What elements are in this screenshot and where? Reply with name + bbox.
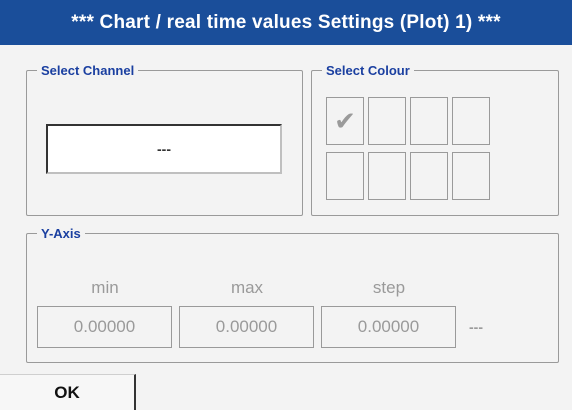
channel-select-field[interactable]: --- <box>46 124 282 174</box>
colour-swatch-4[interactable] <box>452 97 490 145</box>
select-channel-group: Select Channel --- <box>26 63 303 216</box>
y-step-label: step <box>372 278 406 297</box>
colour-swatch-2[interactable] <box>368 97 406 145</box>
y-axis-trailing-value: --- <box>469 319 483 335</box>
y-max-input[interactable]: 0.00000 <box>179 306 314 348</box>
ok-button[interactable]: OK <box>0 374 136 410</box>
y-max-label: max <box>230 278 264 297</box>
window-title: *** Chart / real time values Settings (P… <box>0 0 572 45</box>
select-colour-legend: Select Colour <box>326 63 410 78</box>
colour-swatch-5[interactable] <box>326 152 364 200</box>
y-min-input[interactable]: 0.00000 <box>37 306 172 348</box>
colour-swatch-8[interactable] <box>452 152 490 200</box>
y-step-input[interactable]: 0.00000 <box>321 306 456 348</box>
colour-swatch-7[interactable] <box>410 152 448 200</box>
select-colour-group: Select Colour ✔ <box>311 63 559 216</box>
y-axis-legend: Y-Axis <box>41 226 81 241</box>
select-channel-legend: Select Channel <box>41 63 135 78</box>
y-min-label: min <box>91 278 119 297</box>
colour-swatch-3[interactable] <box>410 97 448 145</box>
checkmark-icon: ✔ <box>334 105 356 136</box>
y-axis-group: Y-Axis min max step 0.00000 0.00000 0.00… <box>26 226 559 363</box>
colour-swatch-1[interactable]: ✔ <box>326 97 364 145</box>
colour-swatch-6[interactable] <box>368 152 406 200</box>
